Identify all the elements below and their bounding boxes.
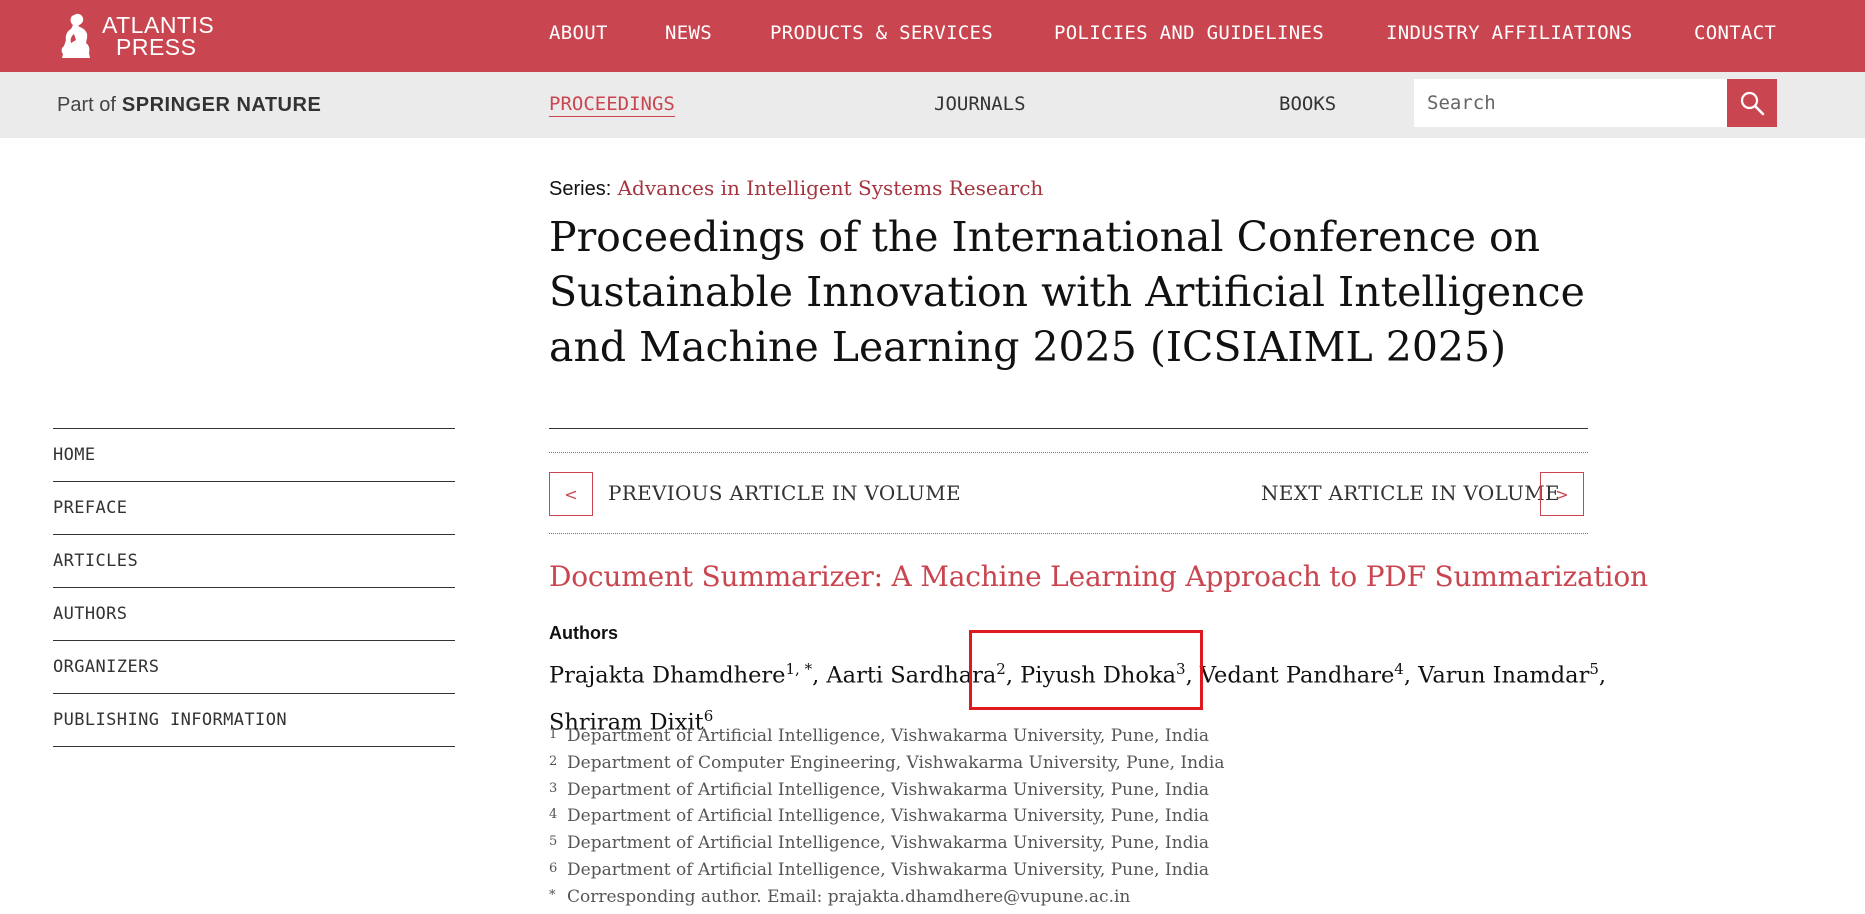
nav-contact[interactable]: CONTACT xyxy=(1694,22,1776,44)
nav-news[interactable]: NEWS xyxy=(665,22,712,44)
author-name[interactable]: Prajakta Dhamdhere xyxy=(549,663,786,689)
sidebar-item-authors[interactable]: AUTHORS xyxy=(53,587,455,640)
affiliation-number: 4 xyxy=(549,807,558,823)
author-affiliation-ref: 6 xyxy=(703,706,714,725)
nav-about[interactable]: ABOUT xyxy=(549,22,608,44)
springer-nature-brand: SPRINGER NATURE xyxy=(121,94,322,116)
part-of-label: Part of xyxy=(57,94,116,116)
previous-article-button[interactable]: < xyxy=(549,472,593,516)
affiliation-item: 5 Department of Artificial Intelligence, … xyxy=(549,833,1449,860)
dotted-divider-top xyxy=(549,452,1588,453)
author-affiliation-ref: 2 xyxy=(996,660,1006,678)
sidebar-item-articles[interactable]: ARTICLES xyxy=(53,534,455,587)
affiliation-list: 1 Department of Artificial Intelligence, … xyxy=(549,726,1449,914)
affiliation-number: 3 xyxy=(549,780,558,796)
affiliation-item: 4 Department of Artificial Intelligence, … xyxy=(549,806,1449,833)
affiliation-number: * xyxy=(549,887,556,903)
affiliation-text: Department of Artificial Intelligence, V… xyxy=(567,859,1210,880)
affiliation-item: 6 Department of Artificial Intelligence, … xyxy=(549,860,1449,887)
affiliation-text: Department of Artificial Intelligence, V… xyxy=(567,726,1210,746)
dotted-divider-bottom xyxy=(549,533,1588,534)
sidebar-item-preface[interactable]: PREFACE xyxy=(53,481,455,534)
chevron-right-icon: > xyxy=(1555,484,1569,504)
author-name[interactable]: Piyush Dhoka xyxy=(1020,663,1176,689)
author-name[interactable]: Aarti Sardhara xyxy=(826,663,996,689)
search-icon xyxy=(1740,91,1765,116)
author-affiliation-ref: 5 xyxy=(1589,660,1599,678)
part-of-springer-nature[interactable]: Part of SPRINGER NATURE xyxy=(57,94,321,117)
affiliation-text: Department of Artificial Intelligence, V… xyxy=(567,779,1210,800)
divider xyxy=(549,428,1588,429)
affiliation-number: 6 xyxy=(549,860,558,876)
tab-journals[interactable]: JOURNALS xyxy=(934,93,1026,115)
search-input[interactable] xyxy=(1414,79,1727,127)
series-link[interactable]: Advances in Intelligent Systems Research xyxy=(618,176,1044,200)
chevron-left-icon: < xyxy=(564,484,578,504)
authors-heading: Authors xyxy=(549,623,618,643)
sidebar-item-organizers[interactable]: ORGANIZERS xyxy=(53,640,455,693)
article-title: Document Summarizer: A Machine Learning … xyxy=(549,560,1648,593)
affiliation-item: 2 Department of Computer Engineering, Vis… xyxy=(549,753,1449,780)
affiliation-text: Corresponding author. Email: prajakta.dh… xyxy=(567,886,1131,907)
author-name[interactable]: Vedant Pandhare xyxy=(1200,663,1394,689)
previous-article-link[interactable]: PREVIOUS ARTICLE IN VOLUME xyxy=(608,481,961,505)
nav-industry-affiliations[interactable]: INDUSTRY AFFILIATIONS xyxy=(1386,22,1633,44)
nav-policies-guidelines[interactable]: POLICIES AND GUIDELINES xyxy=(1054,22,1324,44)
proceedings-title: Proceedings of the International Confere… xyxy=(549,213,1585,371)
author-affiliation-ref: 1, * xyxy=(785,660,813,678)
affiliation-text: Department of Computer Engineering, Vish… xyxy=(567,752,1225,773)
series-line: Series: Advances in Intelligent Systems … xyxy=(549,176,1043,201)
proceedings-sidebar: HOME PREFACE ARTICLES AUTHORS ORGANIZERS… xyxy=(53,428,455,747)
series-label: Series: xyxy=(549,178,612,200)
author-affiliation-ref: 4 xyxy=(1394,660,1404,678)
tab-proceedings[interactable]: PROCEEDINGS xyxy=(549,93,675,117)
affiliation-text: Department of Artificial Intelligence, V… xyxy=(567,833,1210,854)
affiliation-item: 1 Department of Artificial Intelligence, … xyxy=(549,726,1449,753)
next-article-link[interactable]: NEXT ARTICLE IN VOLUME xyxy=(1261,481,1560,505)
nav-products-services[interactable]: PRODUCTS & SERVICES xyxy=(770,22,993,44)
next-article-button[interactable]: > xyxy=(1540,472,1584,516)
main-nav: ABOUT NEWS PRODUCTS & SERVICES POLICIES … xyxy=(0,0,1865,72)
corresponding-author-note: * Corresponding author. Email: prajakta.d… xyxy=(549,887,1449,914)
tab-books[interactable]: BOOKS xyxy=(1279,93,1336,115)
sidebar-item-publishing-information[interactable]: PUBLISHING INFORMATION xyxy=(53,693,455,747)
author-affiliation-ref: 3 xyxy=(1176,660,1186,678)
top-bar: ATLANTIS PRESS ABOUT NEWS PRODUCTS & SER… xyxy=(0,0,1865,72)
affiliation-number: 1 xyxy=(549,727,558,742)
affiliation-number: 2 xyxy=(549,753,558,769)
affiliation-number: 5 xyxy=(549,834,558,850)
sidebar-item-home[interactable]: HOME xyxy=(53,428,455,481)
affiliation-text: Department of Artificial Intelligence, V… xyxy=(567,806,1210,827)
search-button[interactable] xyxy=(1727,79,1777,127)
affiliation-item: 3 Department of Artificial Intelligence, … xyxy=(549,780,1449,807)
author-name[interactable]: Varun Inamdar xyxy=(1418,663,1589,689)
